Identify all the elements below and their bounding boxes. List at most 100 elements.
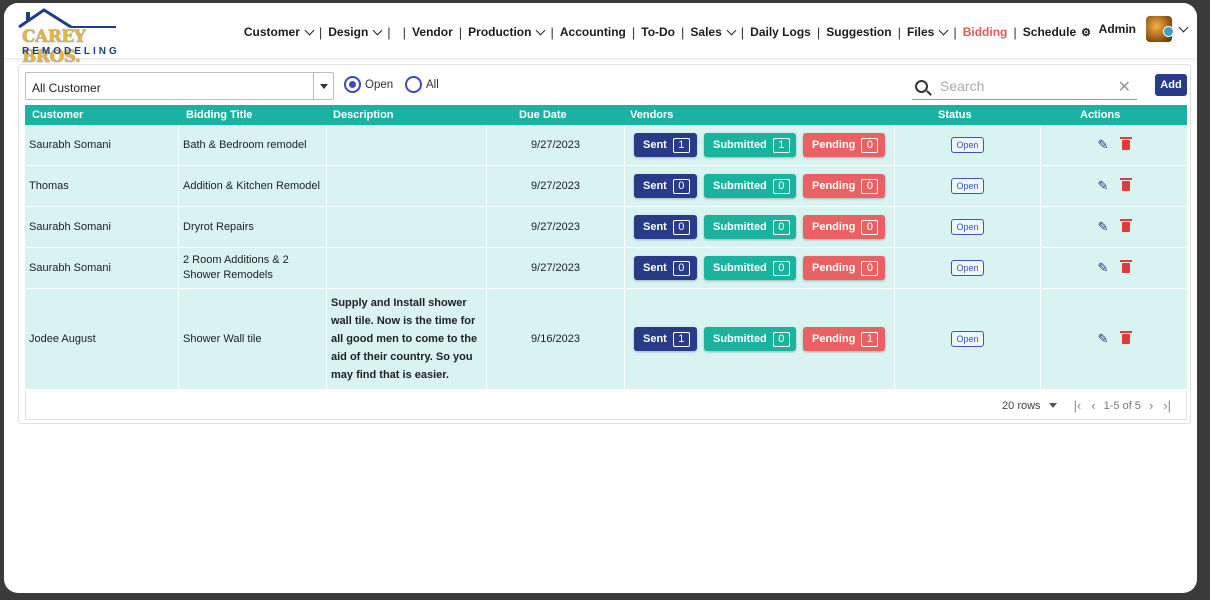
search-icon: [915, 79, 928, 93]
company-logo[interactable]: CAREY BROS. REMODELING: [16, 7, 126, 67]
edit-icon[interactable]: ✎: [1098, 137, 1109, 153]
search-input[interactable]: [940, 78, 1110, 94]
user-menu[interactable]: Admin: [1098, 16, 1189, 42]
nav-label: Schedule: [1022, 25, 1077, 39]
radio-all[interactable]: All: [405, 76, 439, 93]
cell-description: [327, 207, 487, 247]
chevron-down-icon: [536, 25, 546, 35]
trash-icon[interactable]: [1120, 137, 1133, 150]
dropdown-arrow-icon[interactable]: [1048, 403, 1057, 408]
nav-separator: |: [387, 24, 391, 40]
edit-icon[interactable]: ✎: [1098, 260, 1109, 276]
chevron-down-icon: [372, 25, 383, 35]
add-button[interactable]: Add: [1155, 74, 1187, 96]
sent-count: 0: [672, 260, 690, 276]
radio-open[interactable]: Open: [344, 76, 393, 93]
close-icon[interactable]: ✕: [1118, 77, 1131, 97]
chevron-down-icon: [726, 25, 737, 35]
prev-page-icon[interactable]: ‹: [1091, 398, 1095, 413]
next-page-icon[interactable]: ›: [1149, 398, 1153, 413]
table-footer: 20 rows |‹ ‹ 1-5 of 5 › ›|: [25, 391, 1187, 420]
cell-customer: Saurabh Somani: [25, 207, 179, 247]
nav-label: Daily Logs: [750, 25, 811, 39]
sent-button[interactable]: Sent 0: [634, 174, 697, 198]
trash-icon[interactable]: [1120, 260, 1133, 273]
edit-icon[interactable]: ✎: [1098, 178, 1109, 194]
table-row[interactable]: Thomas Addition & Kitchen Remodel 9/27/2…: [25, 166, 1187, 207]
nav-label: Accounting: [559, 25, 626, 39]
nav-label: Sales: [690, 25, 722, 39]
edit-icon[interactable]: ✎: [1098, 331, 1109, 347]
nav-todo[interactable]: To-Do: [635, 25, 681, 39]
user-name: Admin: [1098, 22, 1136, 36]
nav-vendor[interactable]: Vendor: [406, 25, 459, 39]
cell-title: Dryrot Repairs: [179, 207, 327, 247]
submitted-button[interactable]: Submitted 0: [704, 174, 796, 198]
nav-customer[interactable]: Customer: [238, 25, 319, 39]
top-header: CAREY BROS. REMODELING Customer | Design…: [4, 3, 1197, 67]
nav-production[interactable]: Production: [462, 25, 550, 39]
col-bidding-title[interactable]: Bidding Title: [186, 109, 252, 121]
sent-button[interactable]: Sent 0: [634, 256, 697, 280]
col-vendors[interactable]: Vendors: [630, 109, 673, 121]
submitted-button[interactable]: Submitted 0: [704, 256, 796, 280]
col-actions[interactable]: Actions: [1080, 109, 1120, 121]
edit-icon[interactable]: ✎: [1098, 219, 1109, 235]
cell-description: Supply and Install shower wall tile. Now…: [327, 289, 487, 389]
pending-button[interactable]: Pending 0: [803, 256, 885, 280]
cell-actions: ✎: [1041, 207, 1187, 247]
nav-daily-logs[interactable]: Daily Logs: [744, 25, 817, 39]
trash-icon[interactable]: [1120, 219, 1133, 232]
table-row[interactable]: Jodee August Shower Wall tile Supply and…: [25, 289, 1187, 390]
cell-status: Open: [895, 248, 1041, 288]
nav-suggestion[interactable]: Suggestion: [820, 25, 897, 39]
pending-button[interactable]: Pending 0: [803, 215, 885, 239]
sent-button[interactable]: Sent 0: [634, 215, 697, 239]
trash-icon[interactable]: [1120, 178, 1133, 191]
table-row[interactable]: Saurabh Somani Bath & Bedroom remodel 9/…: [25, 125, 1187, 166]
nav-bidding[interactable]: Bidding: [957, 25, 1014, 39]
trash-icon[interactable]: [1120, 331, 1133, 344]
col-status[interactable]: Status: [938, 109, 972, 121]
pending-label: Pending: [812, 221, 856, 233]
col-due-date[interactable]: Due Date: [519, 109, 567, 121]
pending-count: 1: [861, 331, 879, 347]
col-customer[interactable]: Customer: [32, 109, 83, 121]
nav-schedule[interactable]: Schedule ⚙: [1017, 25, 1097, 39]
table-row[interactable]: Saurabh Somani Dryrot Repairs 9/27/2023 …: [25, 207, 1187, 248]
rows-per-page-select[interactable]: 20 rows: [1002, 400, 1041, 412]
pending-button[interactable]: Pending 0: [803, 174, 885, 198]
submitted-count: 0: [772, 219, 790, 235]
cell-title: Bath & Bedroom remodel: [179, 125, 327, 165]
pending-button[interactable]: Pending 1: [803, 327, 885, 351]
sent-label: Sent: [643, 221, 667, 233]
last-page-icon[interactable]: ›|: [1163, 398, 1171, 413]
customer-select[interactable]: All Customer: [25, 72, 334, 100]
nav-accounting[interactable]: Accounting: [554, 25, 632, 39]
cell-customer: Jodee August: [25, 289, 179, 389]
nav-files[interactable]: Files: [901, 25, 953, 39]
status-badge: Open: [951, 137, 984, 153]
logo-subtitle: REMODELING: [22, 46, 120, 57]
submitted-button[interactable]: Submitted 1: [704, 133, 796, 157]
first-page-icon[interactable]: |‹: [1074, 398, 1082, 413]
pending-button[interactable]: Pending 0: [803, 133, 885, 157]
col-description[interactable]: Description: [333, 109, 394, 121]
sent-count: 1: [672, 331, 690, 347]
sent-button[interactable]: Sent 1: [634, 327, 697, 351]
cell-actions: ✎: [1041, 248, 1187, 288]
app-window: CAREY BROS. REMODELING Customer | Design…: [4, 3, 1197, 593]
nav-sales[interactable]: Sales: [684, 25, 740, 39]
nav-design[interactable]: Design: [322, 25, 387, 39]
sent-button[interactable]: Sent 1: [634, 133, 697, 157]
submitted-button[interactable]: Submitted 0: [704, 327, 796, 351]
radio-unchecked-icon: [405, 76, 422, 93]
status-badge: Open: [951, 260, 984, 276]
cell-title: Shower Wall tile: [179, 289, 327, 389]
sent-count: 0: [672, 219, 690, 235]
cell-customer: Saurabh Somani: [25, 248, 179, 288]
submitted-button[interactable]: Submitted 0: [704, 215, 796, 239]
table-row[interactable]: Saurabh Somani 2 Room Additions & 2 Show…: [25, 248, 1187, 289]
status-badge: Open: [951, 331, 984, 347]
sent-label: Sent: [643, 180, 667, 192]
